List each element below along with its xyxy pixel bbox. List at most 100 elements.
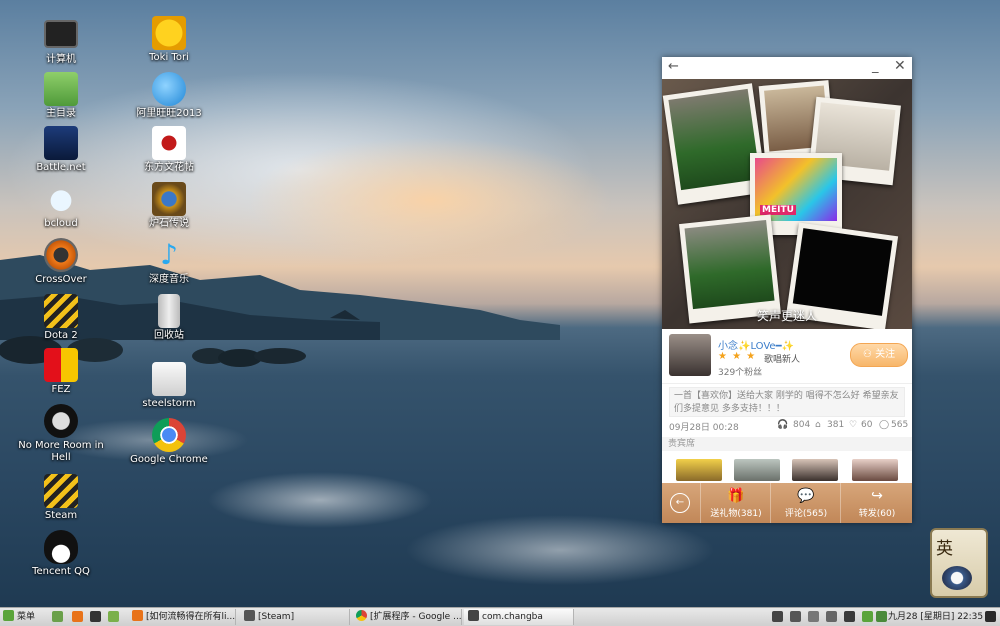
- close-button[interactable]: ✕: [894, 58, 906, 74]
- desktop-icon-hearthstone[interactable]: 炉石传说: [125, 182, 213, 230]
- desktop-icon-trash[interactable]: 回收站: [125, 294, 213, 342]
- widget-figure-icon: [942, 566, 972, 590]
- follow-label: 关注: [875, 349, 896, 360]
- gift-box-icon: 🎁: [727, 488, 745, 504]
- follow-button[interactable]: ⚇ 关注: [850, 343, 908, 367]
- hearthstone-icon: [152, 182, 186, 216]
- start-menu-label: 菜单: [17, 612, 36, 622]
- fez-icon: [44, 348, 78, 382]
- start-menu-button[interactable]: 菜单: [3, 609, 35, 625]
- task-label: [如何流畅得在所有li...: [146, 612, 236, 622]
- desktop-icon-deepin-music[interactable]: ♪ 深度音乐: [125, 238, 213, 286]
- desktop-icon-computer[interactable]: 计算机: [17, 16, 105, 66]
- desktop-icon-nmrih[interactable]: No More Room in Hell: [17, 404, 105, 464]
- tray-volume-icon[interactable]: [985, 611, 996, 622]
- terminal-icon[interactable]: [90, 611, 101, 622]
- files-icon[interactable]: [108, 611, 119, 622]
- chrome-task-icon: [356, 610, 367, 621]
- task-changba-window[interactable]: com.changba: [464, 609, 574, 625]
- chrome-icon: [152, 418, 186, 452]
- crossover-icon: [44, 238, 78, 272]
- task-steam-window[interactable]: [Steam]: [240, 609, 350, 625]
- like-count: 60: [861, 420, 873, 430]
- tray-ime-icon[interactable]: [826, 611, 837, 622]
- battlenet-icon: [44, 126, 78, 160]
- task-label: com.changba: [482, 612, 543, 622]
- tray-network-icon[interactable]: [862, 611, 873, 622]
- penguin-icon: [44, 530, 78, 564]
- cover-caption: 笑声更迷人: [756, 309, 817, 323]
- minimize-button[interactable]: _: [872, 59, 879, 74]
- tray-app-icon[interactable]: [772, 611, 783, 622]
- back-arrow-icon[interactable]: ←: [668, 59, 679, 74]
- desktop-icon-fez[interactable]: FEZ: [17, 348, 105, 396]
- tray-shield-icon[interactable]: [876, 611, 887, 622]
- desktop-icon-dota2[interactable]: Dota 2: [17, 294, 105, 342]
- comment-button[interactable]: 💬 评论(565): [770, 483, 841, 523]
- guest-avatar[interactable]: [852, 459, 898, 481]
- tray-pen-icon[interactable]: [808, 611, 819, 622]
- wangwang-icon: [152, 72, 186, 106]
- guest-avatar[interactable]: [734, 459, 780, 481]
- share-button[interactable]: ↪ 转发(60): [840, 483, 913, 523]
- dictionary-widget[interactable]: 英: [930, 528, 988, 598]
- steam-icon: [44, 474, 78, 508]
- share-button-label: 转发(60): [858, 509, 896, 519]
- like-icon: ♡: [849, 420, 858, 430]
- chick-icon: [152, 16, 186, 50]
- share-arrow-icon: ↪: [871, 488, 883, 504]
- steam-task-icon: [244, 610, 255, 621]
- home-folder-icon: [44, 72, 78, 106]
- comment-icon: ◯: [879, 420, 890, 430]
- trash-icon: [158, 294, 180, 328]
- widget-text: 英: [936, 539, 953, 559]
- task-chrome-window[interactable]: [扩展程序 - Google ...: [352, 609, 462, 625]
- headphones-icon: 🎧: [777, 420, 789, 430]
- task-label: [Steam]: [258, 612, 295, 622]
- back-circle-button[interactable]: ←: [670, 493, 690, 513]
- comment-count: 565: [891, 420, 909, 430]
- song-meta: 09月28日 00:28 🎧 804 ⌂ 381 ♡ 60 ◯ 565: [669, 420, 909, 434]
- post-date: 09月28日 00:28: [669, 423, 739, 433]
- desktop-icon-aliwangwang[interactable]: 阿里旺旺2013: [125, 72, 213, 120]
- task-firefox-window[interactable]: [如何流畅得在所有li...: [128, 609, 236, 625]
- desktop-icon-touhou[interactable]: 东方文花帖: [125, 126, 213, 174]
- desktop-icon-steam[interactable]: Steam: [17, 474, 105, 522]
- desktop-icon-qq[interactable]: Tencent QQ: [17, 530, 105, 578]
- show-desktop-icon[interactable]: [52, 611, 63, 622]
- steam-game-icon: [44, 294, 78, 328]
- desktop-icon-tokitori[interactable]: Toki Tori: [125, 16, 213, 64]
- changba-window: ← _ ✕ MEITU 笑声更迷人 小念✨LOVe━✨ ★ ★ ★ 歌唱新人 3…: [662, 57, 912, 523]
- gift-button-label: 送礼物(381): [710, 509, 762, 519]
- tray-steam-icon[interactable]: [844, 611, 855, 622]
- rating-stars-icon: ★ ★ ★: [718, 351, 757, 362]
- desktop-icon-home[interactable]: 主目录: [17, 72, 105, 120]
- firefox-task-icon: [132, 610, 143, 621]
- action-bar: ← 🎁 送礼物(381) 💬 评论(565) ↪ 转发(60): [662, 483, 912, 523]
- desktop-icon-battlenet[interactable]: Battle.net: [17, 126, 105, 174]
- speech-bubble-icon: 💬: [797, 488, 815, 504]
- guest-avatar[interactable]: [792, 459, 838, 481]
- guest-avatar[interactable]: [676, 459, 722, 481]
- mint-logo-icon: [3, 610, 14, 621]
- taskbar: 菜单 [如何流畅得在所有li... [Steam] [扩展程序 - Google…: [0, 607, 1000, 626]
- avatar[interactable]: [669, 334, 711, 376]
- desktop-icon-chrome[interactable]: Google Chrome: [125, 418, 213, 466]
- gift-button[interactable]: 🎁 送礼物(381): [700, 483, 771, 523]
- fans-count: 329个粉丝: [718, 368, 763, 378]
- desktop-icon-crossover[interactable]: CrossOver: [17, 238, 105, 286]
- cover-photo-4-text: MEITU: [760, 205, 796, 215]
- desktop-icon-bcloud[interactable]: bcloud: [17, 182, 105, 230]
- music-note-icon: ♪: [160, 238, 178, 271]
- cloud-icon: [44, 182, 78, 216]
- singer-name[interactable]: 小念✨LOVe━✨: [718, 337, 794, 352]
- gift-count: 381: [827, 420, 845, 430]
- desktop-icon-steelstorm[interactable]: steelstorm: [125, 362, 213, 410]
- steelstorm-icon: [152, 362, 186, 396]
- singer-profile: 小念✨LOVe━✨ ★ ★ ★ 歌唱新人 329个粉丝 ⚇ 关注: [662, 329, 912, 384]
- listen-count: 804: [793, 420, 811, 430]
- song-cover-collage[interactable]: MEITU 笑声更迷人: [662, 79, 912, 329]
- clock[interactable]: 九月28 [星期日] 22:35: [888, 609, 984, 625]
- tray-app-icon[interactable]: [790, 611, 801, 622]
- firefox-icon[interactable]: [72, 611, 83, 622]
